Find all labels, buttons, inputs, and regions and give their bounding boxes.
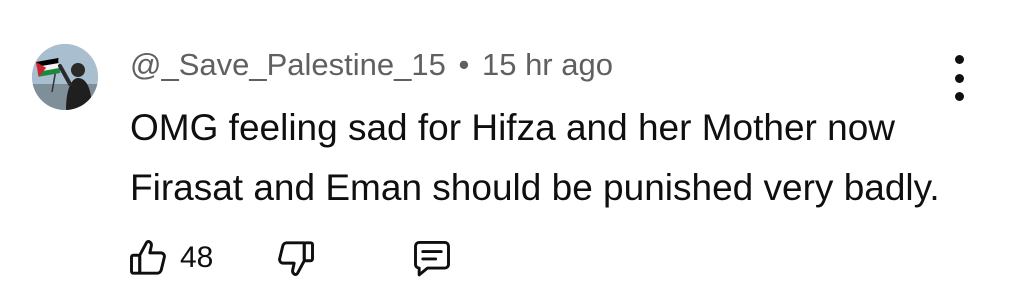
- more-vertical-icon: [954, 55, 964, 64]
- thumbs-down-icon: [278, 241, 314, 276]
- like-button[interactable]: 48: [126, 236, 213, 280]
- avatar-image: [32, 44, 98, 110]
- comment-text: OMG feeling sad for Hifza and her Mother…: [130, 98, 940, 218]
- meta-separator: •: [458, 47, 470, 82]
- thumbs-up-icon: [130, 240, 166, 275]
- more-options-button[interactable]: [944, 55, 974, 101]
- comment-reply-icon: [414, 240, 450, 277]
- like-count: 48: [180, 241, 214, 274]
- comment-timestamp[interactable]: 15 hr ago: [482, 47, 613, 82]
- comment-text-line: Firasat and Eman should be punished very…: [130, 167, 940, 208]
- comment-text-line: OMG feeling sad for Hifza and her Mother…: [130, 107, 896, 148]
- reply-button[interactable]: [410, 236, 454, 285]
- comment-meta: @_Save_Palestine_15 • 15 hr ago: [130, 47, 613, 83]
- dislike-button[interactable]: [274, 236, 318, 285]
- avatar[interactable]: [32, 44, 98, 110]
- comment-item: @_Save_Palestine_15 • 15 hr ago OMG feel…: [0, 0, 1024, 307]
- author-name[interactable]: @_Save_Palestine_15: [130, 47, 446, 82]
